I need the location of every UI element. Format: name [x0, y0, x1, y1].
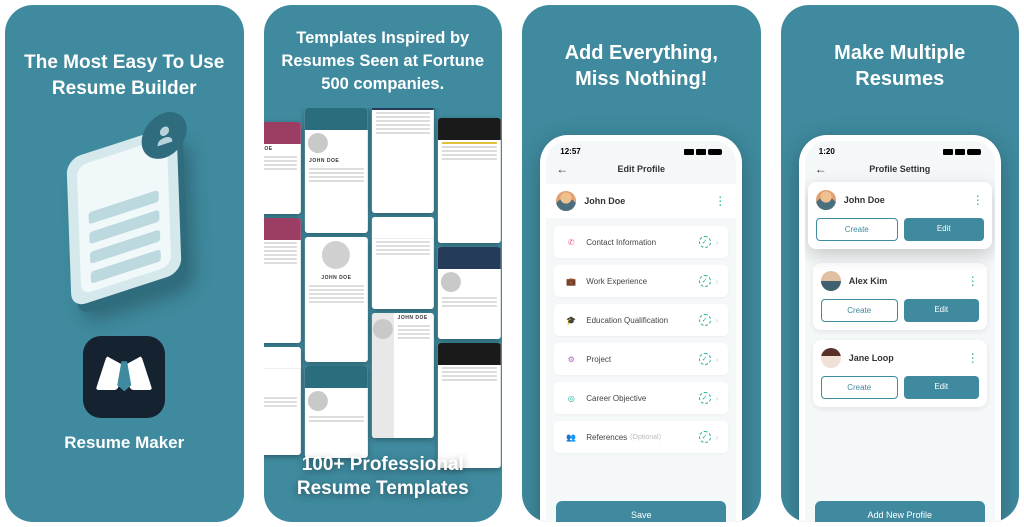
panel4-headline: Make Multiple Resumes — [834, 40, 965, 92]
section-list: ✆Contact Information✓› 💼Work Experience✓… — [546, 226, 736, 495]
avatar — [821, 271, 841, 291]
check-icon: ✓ — [699, 236, 711, 248]
chevron-icon: › — [716, 394, 719, 403]
battery-icon — [708, 149, 722, 155]
profile-name: Jane Loop — [849, 353, 967, 363]
wifi-icon — [955, 149, 965, 155]
chevron-icon: › — [716, 238, 719, 247]
section-project[interactable]: ⚙Project✓› — [554, 343, 728, 375]
app-name: Resume Maker — [64, 433, 184, 453]
status-icons — [684, 149, 722, 155]
status-time: 12:57 — [560, 147, 580, 156]
phone-illustration — [49, 131, 199, 301]
check-icon: ✓ — [699, 314, 711, 326]
more-icon[interactable]: ⋮ — [714, 194, 726, 208]
status-icons — [943, 149, 981, 155]
section-references[interactable]: 👥References(Optional)✓› — [554, 421, 728, 453]
chevron-icon: › — [716, 316, 719, 325]
panel3-headline: Add Everything, Miss Nothing! — [565, 40, 718, 92]
promo-panel-2: Templates Inspired by Resumes Seen at Fo… — [264, 5, 503, 522]
promo-panel-3: Add Everything, Miss Nothing! 12:57 ← Ed… — [522, 5, 761, 522]
avatar — [821, 348, 841, 368]
avatar — [556, 191, 576, 211]
phone-mock-edit-profile: 12:57 ← Edit Profile John Doe ⋮ ✆Contact… — [540, 135, 742, 522]
create-button[interactable]: Create — [821, 376, 898, 399]
more-icon[interactable]: ⋮ — [967, 351, 979, 365]
profile-card[interactable]: Jane Loop ⋮ Create Edit — [813, 340, 987, 407]
panel1-headline: The Most Easy To Use Resume Builder — [24, 50, 224, 101]
more-icon[interactable]: ⋮ — [967, 274, 979, 288]
create-button[interactable]: Create — [821, 299, 898, 322]
check-icon: ✓ — [699, 353, 711, 365]
app-icon — [83, 336, 165, 418]
promo-panel-1: The Most Easy To Use Resume Builder Resu… — [5, 5, 244, 522]
section-contact[interactable]: ✆Contact Information✓› — [554, 226, 728, 258]
save-button[interactable]: Save — [556, 501, 726, 522]
profile-card-active[interactable]: John Doe ⋮ Create Edit — [808, 182, 992, 249]
profile-row[interactable]: John Doe ⋮ — [546, 184, 736, 218]
signal-icon — [943, 149, 953, 155]
status-time: 1:20 — [819, 147, 835, 156]
profile-icon — [141, 106, 188, 165]
screen-title: Edit Profile — [546, 164, 736, 174]
profile-name: John Doe — [584, 196, 714, 206]
add-profile-button[interactable]: Add New Profile — [815, 501, 985, 522]
profile-card[interactable]: Alex Kim ⋮ Create Edit — [813, 263, 987, 330]
section-work[interactable]: 💼Work Experience✓› — [554, 265, 728, 297]
profile-name: John Doe — [844, 195, 972, 205]
edit-button[interactable]: Edit — [904, 299, 979, 322]
create-button[interactable]: Create — [816, 218, 898, 241]
signal-icon — [684, 149, 694, 155]
avatar — [816, 190, 836, 210]
screen-title: Profile Setting — [805, 164, 995, 174]
wifi-icon — [696, 149, 706, 155]
edit-button[interactable]: Edit — [904, 376, 979, 399]
chevron-icon: › — [716, 355, 719, 364]
promo-panel-4: Make Multiple Resumes 1:20 ← Profile Set… — [781, 5, 1020, 522]
chevron-icon: › — [716, 277, 719, 286]
profile-name: Alex Kim — [849, 276, 967, 286]
check-icon: ✓ — [699, 392, 711, 404]
check-icon: ✓ — [699, 275, 711, 287]
panel2-headline: Templates Inspired by Resumes Seen at Fo… — [281, 27, 484, 96]
status-bar: 12:57 — [546, 141, 736, 158]
section-objective[interactable]: ◎Career Objective✓› — [554, 382, 728, 414]
more-icon[interactable]: ⋮ — [972, 193, 984, 207]
edit-button[interactable]: Edit — [904, 218, 984, 241]
battery-icon — [967, 149, 981, 155]
chevron-icon: › — [716, 433, 719, 442]
section-education[interactable]: 🎓Education Qualification✓› — [554, 304, 728, 336]
app-header: ← Edit Profile — [546, 158, 736, 184]
panel2-footline: 100+ Professional Resume Templates — [264, 453, 503, 502]
phone-mock-profiles: 1:20 ← Profile Setting John Doe ⋮ Create… — [799, 135, 1001, 522]
check-icon: ✓ — [699, 431, 711, 443]
app-header: ← Profile Setting — [805, 158, 995, 184]
status-bar: 1:20 — [805, 141, 995, 158]
